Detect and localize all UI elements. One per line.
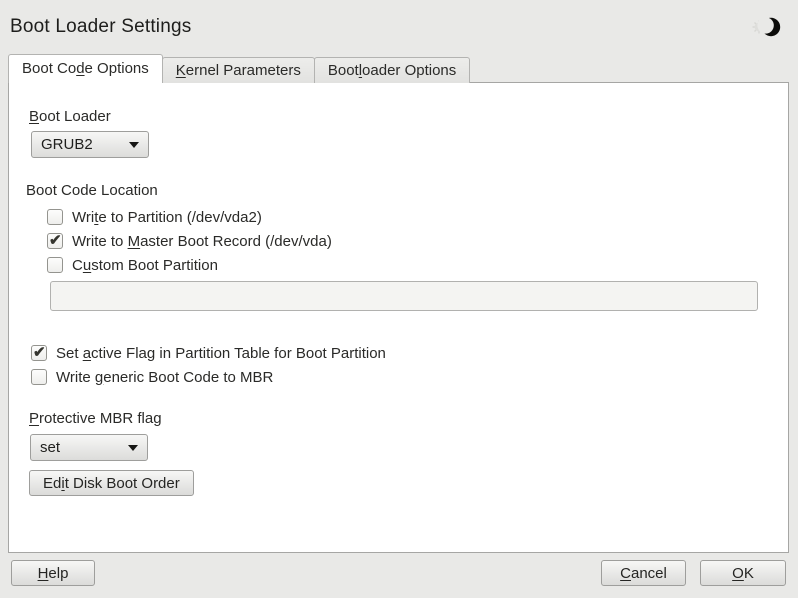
- tab-bootloader-options[interactable]: Bootloader Options: [314, 57, 470, 83]
- boot-code-location-label: Boot Code Location: [26, 182, 158, 199]
- chevron-down-icon: [128, 445, 138, 451]
- boot-loader-settings-window: Boot Loader Settings Boot Code Options K…: [0, 0, 798, 598]
- tab-bar: Boot Code Options Kernel Parameters Boot…: [8, 54, 469, 83]
- protective-mbr-selected-value: set: [40, 439, 124, 456]
- boot-code-options-panel: Boot Loader GRUB2 Boot Code Location Wri…: [8, 82, 789, 553]
- checkbox-icon[interactable]: [47, 209, 63, 225]
- protective-mbr-flag-label: Protective MBR flag: [29, 410, 162, 427]
- chevron-down-icon: [129, 142, 139, 148]
- boot-loader-selected-value: GRUB2: [41, 136, 125, 153]
- checkbox-label: Write generic Boot Code to MBR: [56, 369, 273, 386]
- tab-boot-code-options[interactable]: Boot Code Options: [8, 54, 163, 83]
- custom-boot-partition-input[interactable]: [50, 281, 758, 311]
- protective-mbr-flag-select[interactable]: set: [30, 434, 148, 461]
- checkbox-label: Set active Flag in Partition Table for B…: [56, 345, 386, 362]
- checkbox-set-active-flag[interactable]: Set active Flag in Partition Table for B…: [31, 343, 386, 363]
- checkbox-label: Custom Boot Partition: [72, 257, 218, 274]
- cancel-button[interactable]: Cancel: [601, 560, 686, 586]
- boot-loader-select[interactable]: GRUB2: [31, 131, 149, 158]
- help-button[interactable]: Help: [11, 560, 95, 586]
- ok-button[interactable]: OK: [700, 560, 786, 586]
- checkbox-icon[interactable]: [31, 369, 47, 385]
- checkbox-custom-boot-partition[interactable]: Custom Boot Partition: [47, 255, 218, 275]
- boot-loader-label: Boot Loader: [29, 108, 111, 125]
- checkbox-icon[interactable]: [47, 257, 63, 273]
- checkbox-checked-icon[interactable]: [47, 233, 63, 249]
- checkbox-write-to-partition[interactable]: Write to Partition (/dev/vda2): [47, 207, 262, 227]
- edit-disk-boot-order-button[interactable]: Edit Disk Boot Order: [29, 470, 194, 496]
- moon-icon: [748, 12, 788, 46]
- tab-kernel-parameters[interactable]: Kernel Parameters: [162, 57, 315, 83]
- checkbox-label: Write to Master Boot Record (/dev/vda): [72, 233, 332, 250]
- checkbox-label: Write to Partition (/dev/vda2): [72, 209, 262, 226]
- checkbox-write-generic-code[interactable]: Write generic Boot Code to MBR: [31, 367, 273, 387]
- page-title: Boot Loader Settings: [10, 16, 191, 38]
- checkbox-checked-icon[interactable]: [31, 345, 47, 361]
- checkbox-write-to-mbr[interactable]: Write to Master Boot Record (/dev/vda): [47, 231, 332, 251]
